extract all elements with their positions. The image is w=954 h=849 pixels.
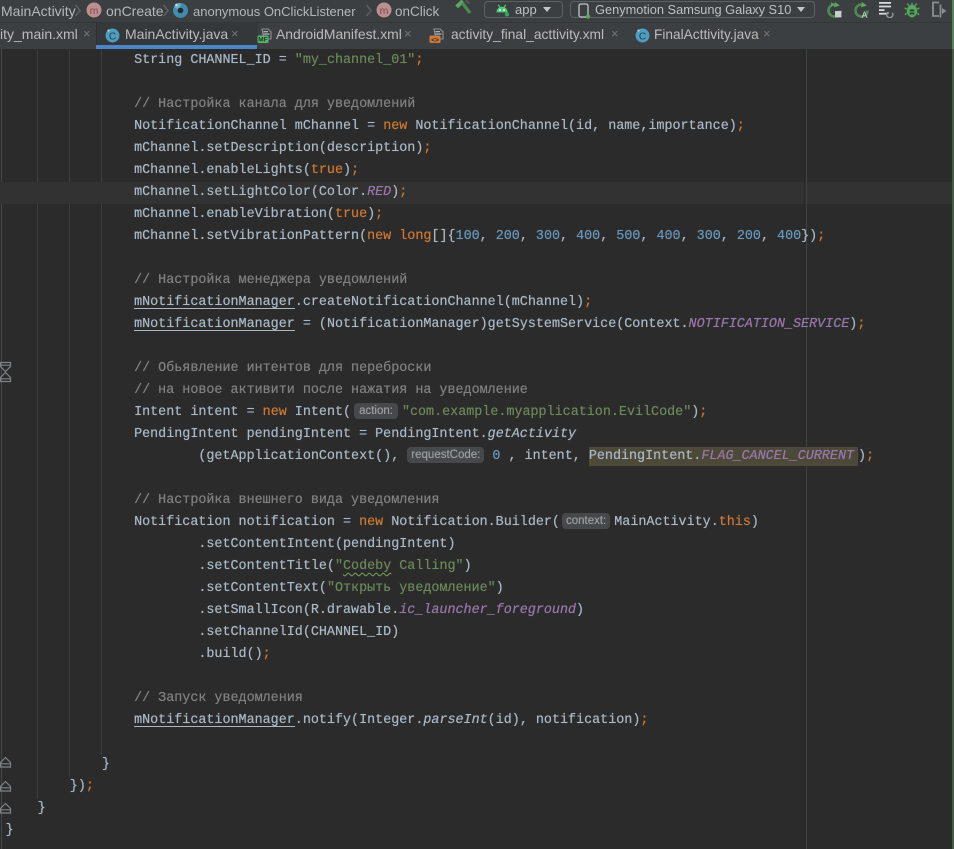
svg-text:C: C — [109, 31, 116, 42]
svg-text:MF: MF — [258, 37, 267, 44]
svg-text:m: m — [380, 5, 389, 17]
svg-text:m: m — [90, 5, 99, 17]
svg-text:<>: <> — [431, 37, 439, 44]
svg-text:C: C — [639, 31, 646, 42]
svg-text:A: A — [861, 10, 867, 19]
